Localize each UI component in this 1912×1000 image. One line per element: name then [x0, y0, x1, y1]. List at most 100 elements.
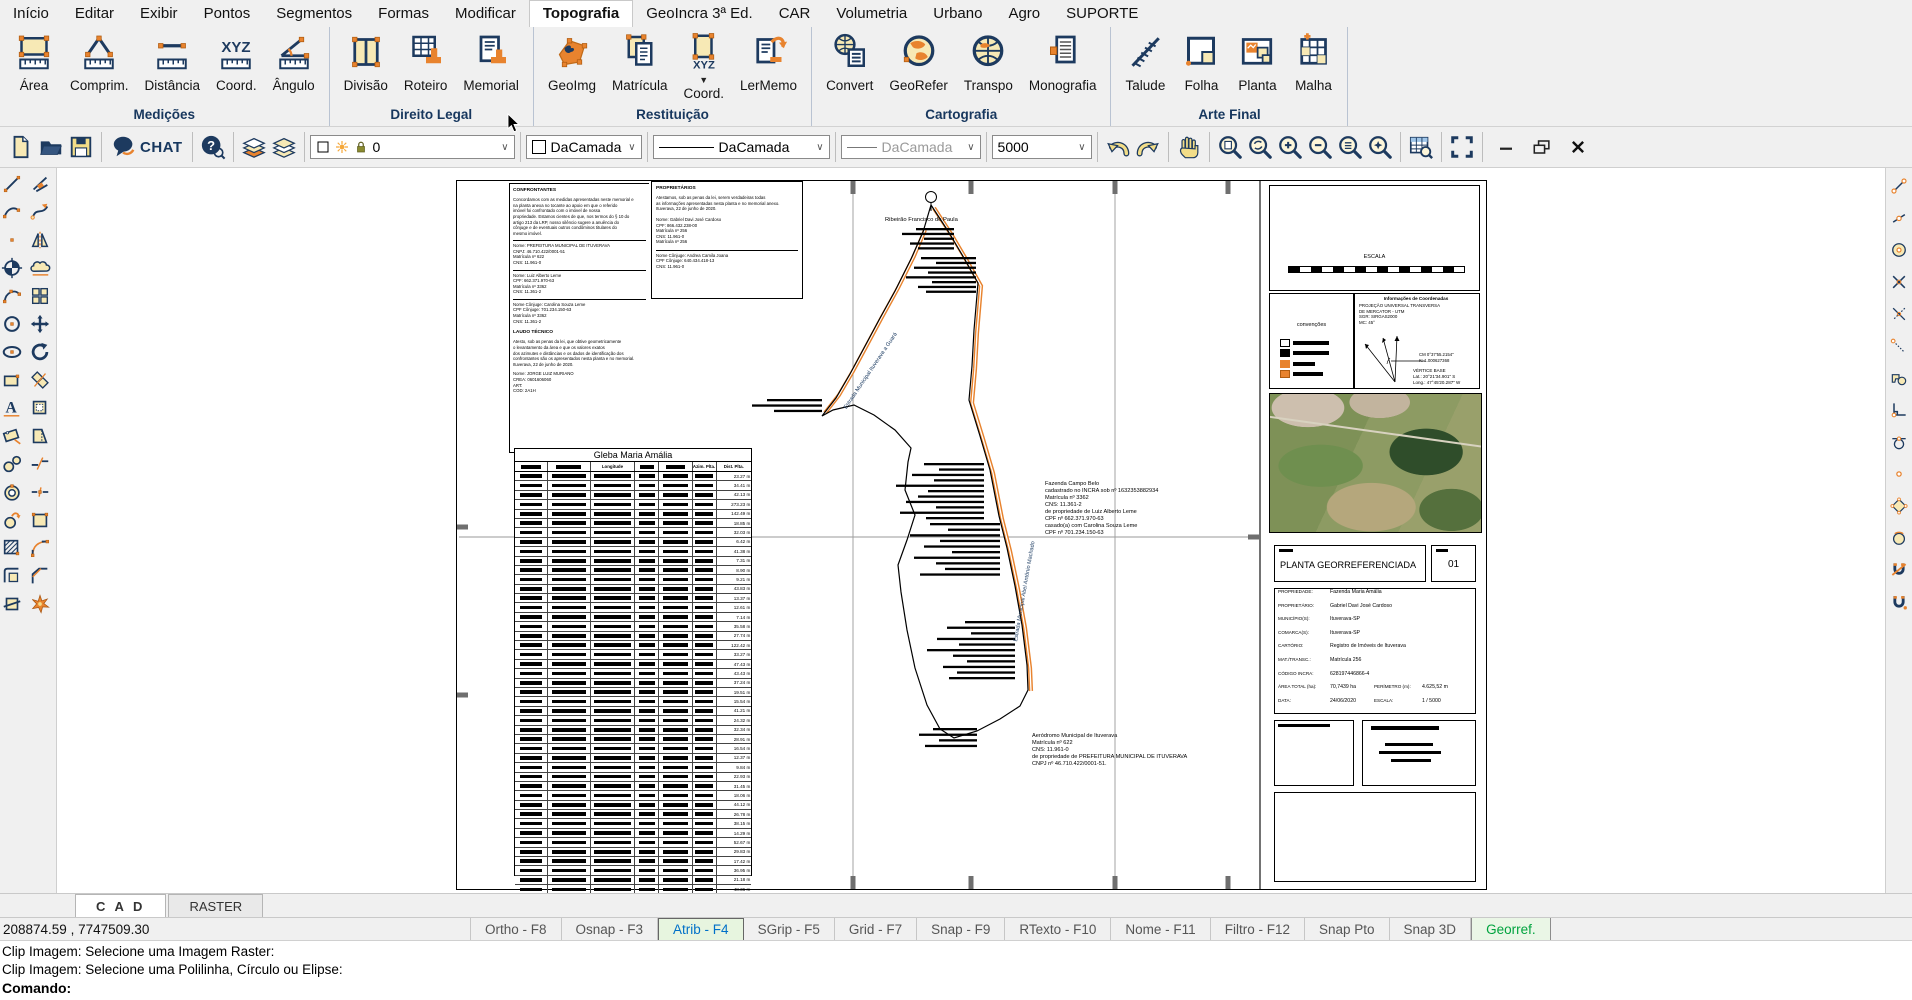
zoom-in-icon[interactable]: [1275, 131, 1305, 163]
break-icon[interactable]: [28, 452, 52, 476]
color-combo[interactable]: DaCamada∨: [526, 135, 642, 159]
snap-midpoint-icon[interactable]: [1887, 206, 1911, 230]
snap-intersection-icon[interactable]: [1887, 270, 1911, 294]
ribbon-button-rea[interactable]: Área: [6, 30, 62, 95]
ribbon-button-folha[interactable]: Folha: [1173, 30, 1229, 95]
cad-canvas[interactable]: CONFRONTANTESConcordamos com as medidas …: [57, 168, 1885, 893]
close-icon[interactable]: [1560, 131, 1596, 163]
point-icon[interactable]: [0, 228, 24, 252]
array-icon[interactable]: [28, 284, 52, 308]
snap-nearest-icon[interactable]: [1887, 526, 1911, 550]
ribbon-tab-geoincra-3-ed-[interactable]: GeoIncra 3ª Ed.: [633, 1, 765, 27]
snap-endpoint-icon[interactable]: [1887, 174, 1911, 198]
layers-edit-icon[interactable]: [239, 131, 269, 163]
snap-insert-icon[interactable]: [1887, 366, 1911, 390]
ribbon-button-monografia[interactable]: Monografia: [1021, 30, 1105, 95]
ribbon-tab-formas[interactable]: Formas: [365, 1, 442, 27]
redo-icon[interactable]: [1133, 131, 1163, 163]
zoom-out-icon[interactable]: [1305, 131, 1335, 163]
chat-button[interactable]: CHAT: [107, 134, 187, 160]
zoom-all-icon[interactable]: [1365, 131, 1395, 163]
move-icon[interactable]: [28, 312, 52, 336]
ribbon-button-coord[interactable]: XYZCoord.: [208, 30, 265, 95]
fillet-icon[interactable]: [28, 536, 52, 560]
scale-combo[interactable]: 5000∨: [992, 135, 1092, 159]
tag-icon[interactable]: [0, 424, 24, 448]
break-point-icon[interactable]: [28, 480, 52, 504]
chevron-down-icon[interactable]: ∨: [501, 142, 508, 153]
rect-dashed-icon[interactable]: [28, 396, 52, 420]
mirror-icon[interactable]: [28, 228, 52, 252]
ribbon-tab-exibir[interactable]: Exibir: [127, 1, 191, 27]
toggle-snap-f9[interactable]: Snap - F9: [917, 918, 1005, 941]
snap-perpendicular-icon[interactable]: [1887, 398, 1911, 422]
toggle-snap-3d[interactable]: Snap 3D: [1390, 918, 1472, 941]
snap-off-icon[interactable]: [1887, 558, 1911, 582]
toggle-rtexto-f10[interactable]: RTexto - F10: [1005, 918, 1111, 941]
fullscreen-icon[interactable]: [1447, 131, 1477, 163]
circle-copy-icon[interactable]: [0, 508, 24, 532]
ellipse-icon[interactable]: [0, 340, 24, 364]
explode-icon[interactable]: [28, 592, 52, 616]
zoom-window-icon[interactable]: [1215, 131, 1245, 163]
snap-on-icon[interactable]: [1887, 590, 1911, 614]
chevron-down-icon[interactable]: ∨: [816, 142, 823, 153]
arc-icon[interactable]: [0, 284, 24, 308]
ribbon-button-convert[interactable]: Convert: [818, 30, 881, 95]
snap-extension-icon[interactable]: [1887, 334, 1911, 358]
toggle-ortho-f8[interactable]: Ortho - F8: [470, 918, 562, 941]
zoom-extents-icon[interactable]: [1245, 131, 1275, 163]
rectangle-icon[interactable]: [0, 368, 24, 392]
ribbon-tab-car[interactable]: CAR: [766, 1, 824, 27]
zoom-previous-icon[interactable]: [1335, 131, 1365, 163]
save-icon[interactable]: [66, 131, 96, 163]
angle-line-icon[interactable]: [28, 172, 52, 196]
ribbon-button-diviso[interactable]: Divisão: [336, 30, 396, 95]
circle-concentric-icon[interactable]: [0, 480, 24, 504]
ribbon-tab-agro[interactable]: Agro: [995, 1, 1053, 27]
lineweight-combo[interactable]: DaCamada∨: [841, 135, 981, 159]
ribbon-tab-segmentos[interactable]: Segmentos: [263, 1, 365, 27]
layers-icon[interactable]: [269, 131, 299, 163]
ribbon-button-memorial[interactable]: Memorial: [455, 30, 527, 95]
position-icon[interactable]: [0, 256, 24, 280]
view-tab-raster[interactable]: RASTER: [168, 894, 263, 917]
cloud-icon[interactable]: [28, 256, 52, 280]
toggle-snap-pto[interactable]: Snap Pto: [1305, 918, 1390, 941]
trim-rect-icon[interactable]: [0, 592, 24, 616]
toggle-filtro-f12[interactable]: Filtro - F12: [1211, 918, 1305, 941]
polyline-icon[interactable]: [0, 200, 24, 224]
ribbon-button-lermemo[interactable]: LerMemo: [732, 30, 805, 95]
help-search-icon[interactable]: ?: [198, 131, 228, 163]
toggle-sgrip-f5[interactable]: SGrip - F5: [744, 918, 835, 941]
linetype-combo[interactable]: DaCamada∨: [653, 135, 830, 159]
ribbon-button-roteiro[interactable]: Roteiro: [396, 30, 456, 95]
ribbon-button-malha[interactable]: Malha: [1285, 30, 1341, 95]
circle-tangent-icon[interactable]: [0, 452, 24, 476]
ribbon-tab-modificar[interactable]: Modificar: [442, 1, 529, 27]
trapezoid-icon[interactable]: [28, 424, 52, 448]
text-icon[interactable]: A: [0, 396, 24, 420]
snap-quadrant-icon[interactable]: [1887, 494, 1911, 518]
ribbon-button-transpo[interactable]: Transpo: [956, 30, 1021, 95]
chevron-down-icon[interactable]: ∨: [967, 142, 974, 153]
ribbon-tab-editar[interactable]: Editar: [62, 1, 127, 27]
ribbon-tab-urbano[interactable]: Urbano: [920, 1, 995, 27]
ribbon-tab-topografia[interactable]: Topografia: [529, 0, 633, 27]
ribbon-tab-volumetria[interactable]: Volumetria: [823, 1, 920, 27]
ribbon-tab-pontos[interactable]: Pontos: [191, 1, 264, 27]
ribbon-button-coord[interactable]: XYZ▼Coord.: [676, 30, 733, 103]
minimize-icon[interactable]: [1488, 131, 1524, 163]
rotate-icon[interactable]: [28, 340, 52, 364]
snap-apparent-icon[interactable]: [1887, 302, 1911, 326]
chevron-down-icon[interactable]: ∨: [1078, 142, 1085, 153]
view-tab-cad[interactable]: C A D: [75, 894, 166, 917]
chevron-down-icon[interactable]: ∨: [628, 142, 635, 153]
open-file-icon[interactable]: [36, 131, 66, 163]
ribbon-button-comprim[interactable]: Comprim.: [62, 30, 137, 95]
toggle-atrib-f4[interactable]: Atrib - F4: [658, 918, 744, 941]
command-area[interactable]: Clip Imagem: Selecione uma Imagem Raster…: [0, 940, 1912, 1000]
ribbon-button-planta[interactable]: Planta: [1229, 30, 1285, 95]
table-search-icon[interactable]: [1406, 131, 1436, 163]
chevron-down-icon[interactable]: ▼: [699, 75, 708, 85]
